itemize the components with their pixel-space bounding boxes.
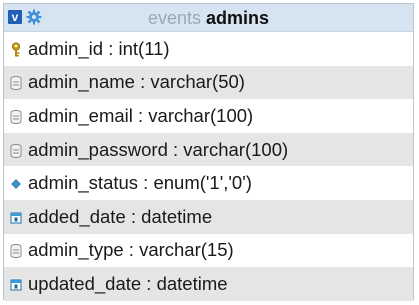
text-column-icon [6,108,28,124]
enum-column-icon [6,175,28,191]
column-list: admin_id : int(11) admin_name : varchar(… [4,32,413,301]
column-label: admin_type : varchar(15) [28,239,234,261]
column-label: updated_date : datetime [28,272,228,294]
column-label: admin_name : varchar(50) [28,71,245,93]
database-name: events [147,8,201,28]
column-row-added-date[interactable]: added_date : datetime [4,199,413,234]
column-label: admin_id : int(11) [28,37,170,59]
column-label: added_date : datetime [28,205,213,227]
column-label: admin_status : enum('1','0') [28,172,252,194]
column-label: admin_email : varchar(100) [28,104,254,126]
text-column-icon [6,242,28,259]
column-row-admin-id[interactable]: admin_id : int(11) [4,32,413,66]
column-row-updated-date[interactable]: updated_date : datetime [4,267,413,301]
table-box-admins[interactable]: v events admins admin_id: int(11) admin… [3,3,414,301]
table-title-bar[interactable]: v events admins [4,4,413,32]
column-row-admin-password[interactable]: admin_password : varchar(100) [4,132,413,167]
datetime-column-icon [6,276,28,292]
column-row-admin-name[interactable]: admin_name : varchar(50) [4,65,413,100]
column-row-admin-status[interactable]: admin_status : enum('1','0') [4,166,413,200]
table-title: events admins [4,7,413,29]
column-row-admin-type[interactable]: admin_type : varchar(15) [4,234,413,268]
column-row-admin-email[interactable]: admin_email : varchar(100) [4,99,413,133]
text-column-icon [6,142,28,158]
column-label: admin_password : varchar(100) [28,138,289,160]
text-column-icon [6,74,28,91]
datetime-column-icon [6,209,28,225]
table-name: admins [206,8,270,28]
primary-key-icon [6,41,28,57]
